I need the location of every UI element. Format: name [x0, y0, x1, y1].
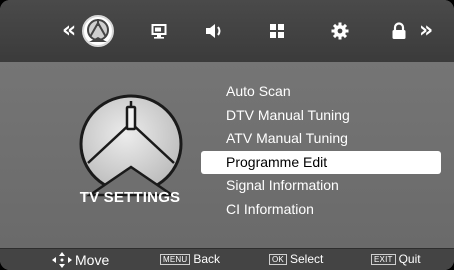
- settings-panel: TV SETTINGS Auto Scan DTV Manual Tuning …: [0, 62, 454, 248]
- key-hint-bar: Move MENU Back OK Select EXIT Quit: [0, 248, 454, 270]
- move-label: Move: [75, 252, 110, 268]
- tab-setup[interactable]: [328, 13, 352, 49]
- quit-label: Quit: [398, 252, 421, 266]
- scroll-right-arrow-icon[interactable]: »: [419, 13, 433, 49]
- ok-key: OK: [269, 253, 287, 265]
- tv-osd-screen: « » TV SETTINGS Auto Scan DTV Manual Tun…: [0, 0, 454, 270]
- hint-select: OK Select: [269, 252, 323, 266]
- satellite-dish-icon: [82, 15, 114, 47]
- scroll-left-arrow-icon[interactable]: «: [62, 13, 76, 49]
- picture-icon: [151, 24, 167, 39]
- select-label: Select: [289, 252, 324, 266]
- menu-item-atv-manual-tuning[interactable]: ATV Manual Tuning: [201, 127, 441, 151]
- tab-channel[interactable]: [266, 13, 288, 49]
- menu-item-dtv-manual-tuning[interactable]: DTV Manual Tuning: [201, 104, 441, 128]
- hint-move: Move: [52, 252, 109, 268]
- satellite-dish-icon: [79, 94, 183, 197]
- back-label: Back: [193, 252, 221, 266]
- tab-picture[interactable]: [148, 13, 170, 49]
- tab-sound[interactable]: [203, 13, 227, 49]
- menu-item-signal-information[interactable]: Signal Information: [201, 174, 441, 198]
- grid-icon: [270, 24, 284, 38]
- tab-lock[interactable]: [388, 13, 410, 49]
- menu-item-auto-scan[interactable]: Auto Scan: [201, 80, 441, 104]
- tv-settings-menu: Auto Scan DTV Manual Tuning ATV Manual T…: [201, 80, 441, 221]
- menu-item-ci-information[interactable]: CI Information: [201, 198, 441, 222]
- gear-icon: [331, 22, 349, 40]
- exit-key: EXIT: [371, 253, 396, 265]
- dpad-arrows-icon: [52, 252, 72, 268]
- lock-icon: [392, 22, 406, 39]
- section-title: TV SETTINGS: [79, 189, 181, 206]
- category-bar: « »: [0, 0, 454, 63]
- tab-tv-settings[interactable]: [80, 13, 116, 49]
- hint-quit: EXIT Quit: [371, 252, 421, 266]
- menu-item-programme-edit[interactable]: Programme Edit: [201, 150, 441, 174]
- menu-key: MENU: [160, 253, 191, 265]
- speaker-icon: [206, 24, 221, 38]
- hint-back: MENU Back: [160, 252, 220, 266]
